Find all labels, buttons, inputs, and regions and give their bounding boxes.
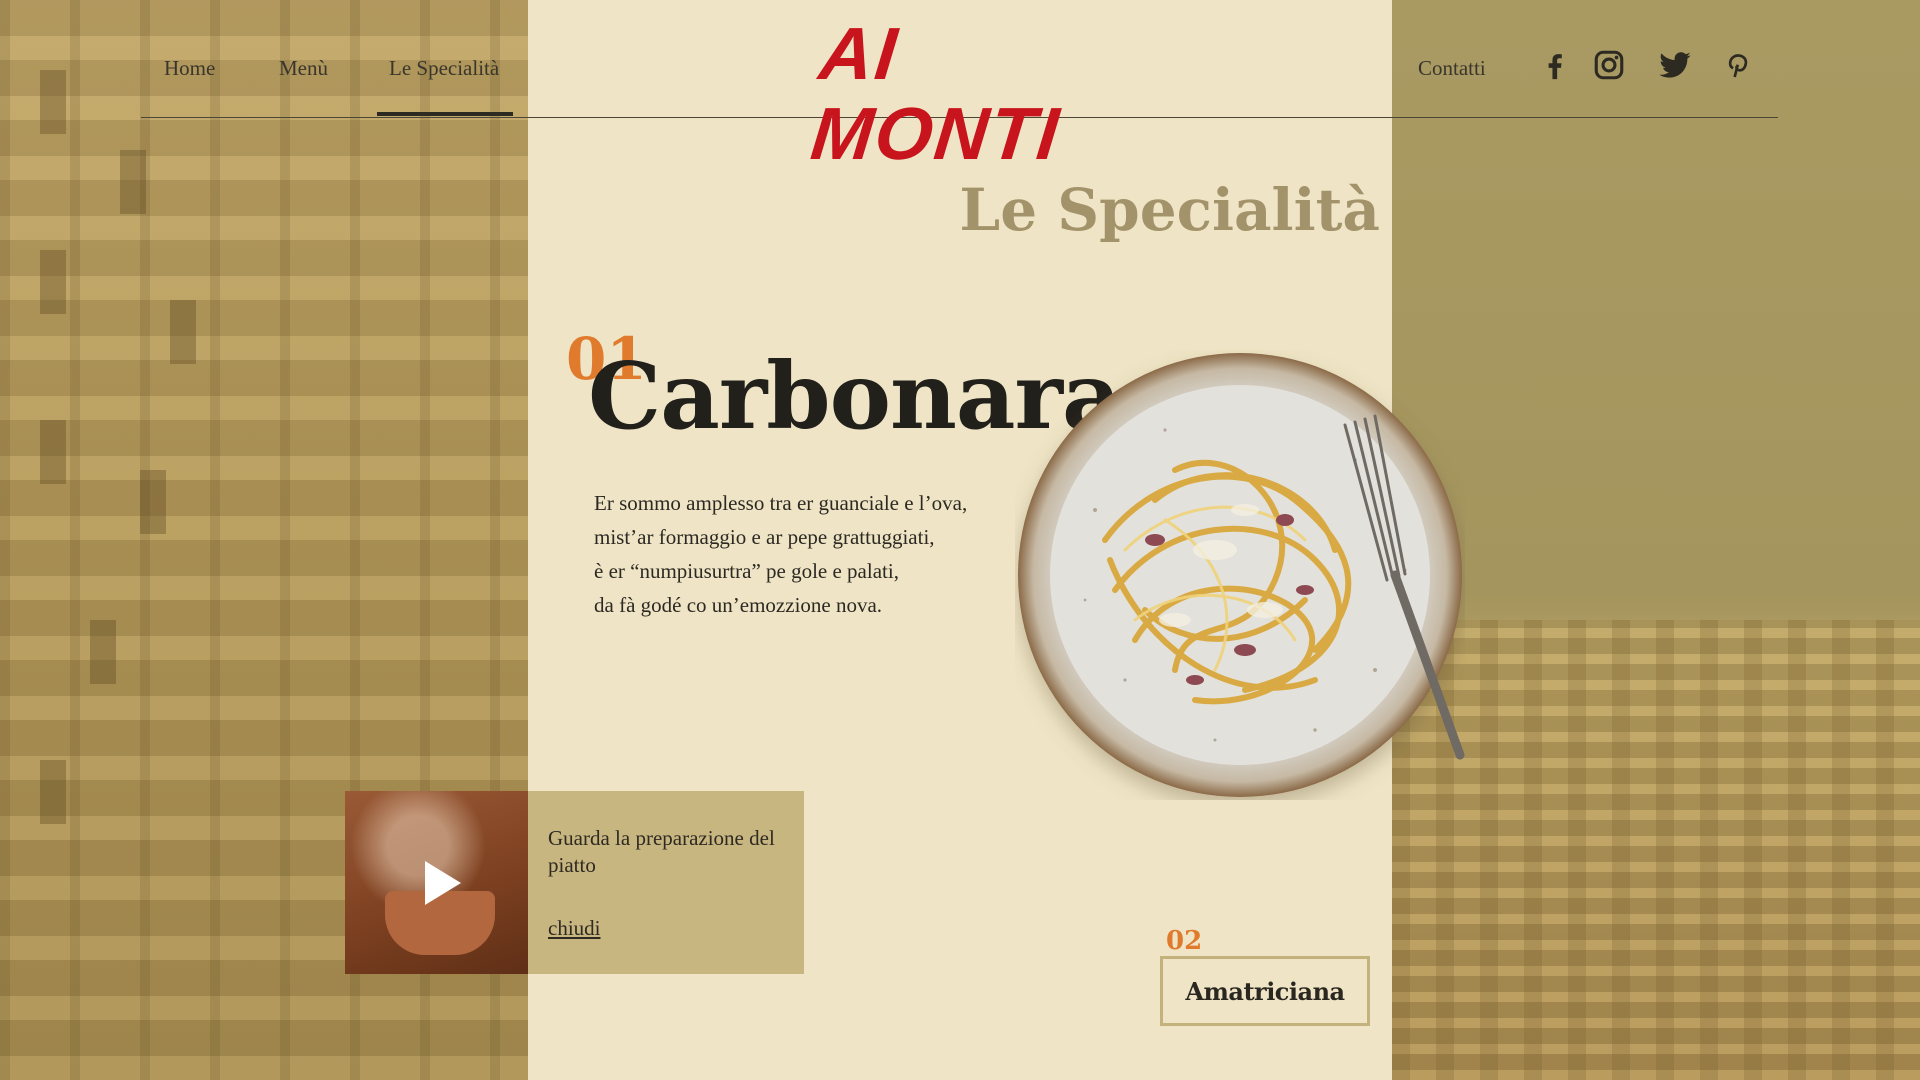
nav-active-indicator bbox=[377, 112, 513, 116]
description-line: da fà godé co un’emozzione nova. bbox=[594, 593, 883, 617]
city-rooftops bbox=[1392, 620, 1920, 1080]
nav-home[interactable]: Home bbox=[164, 56, 215, 81]
pinterest-icon[interactable] bbox=[1722, 48, 1756, 82]
video-thumbnail[interactable] bbox=[345, 791, 528, 974]
next-dish-number: 02 bbox=[1166, 926, 1203, 956]
dish-description: Er sommo amplesso tra er guanciale e l’o… bbox=[594, 486, 1014, 622]
video-card: Guarda la preparazione del piatto chiudi bbox=[345, 791, 804, 974]
twitter-icon[interactable] bbox=[1657, 48, 1691, 82]
description-line: è er “numpiusurtra” pe gole e palati, bbox=[594, 559, 899, 583]
instagram-icon[interactable] bbox=[1592, 48, 1626, 82]
video-caption: Guarda la preparazione del piatto bbox=[548, 826, 775, 877]
logo[interactable]: AI MONTI bbox=[807, 12, 1124, 175]
nav-contatti[interactable]: Contatti bbox=[1418, 56, 1486, 81]
close-video-link[interactable]: chiudi bbox=[548, 916, 601, 941]
section-title: Le Specialità bbox=[959, 176, 1380, 244]
nav-menu[interactable]: Menù bbox=[279, 56, 328, 81]
description-line: Er sommo amplesso tra er guanciale e l’o… bbox=[594, 491, 968, 515]
play-icon[interactable] bbox=[425, 861, 461, 905]
facebook-icon[interactable] bbox=[1538, 48, 1572, 82]
description-line: mist’ar formaggio e ar pepe grattuggiati… bbox=[594, 525, 935, 549]
carbonara-plate-image bbox=[1015, 350, 1465, 800]
background-city-photo bbox=[1392, 0, 1920, 1080]
next-dish-button[interactable]: Amatriciana bbox=[1160, 956, 1370, 1026]
nav-specialita[interactable]: Le Specialità bbox=[389, 56, 499, 81]
